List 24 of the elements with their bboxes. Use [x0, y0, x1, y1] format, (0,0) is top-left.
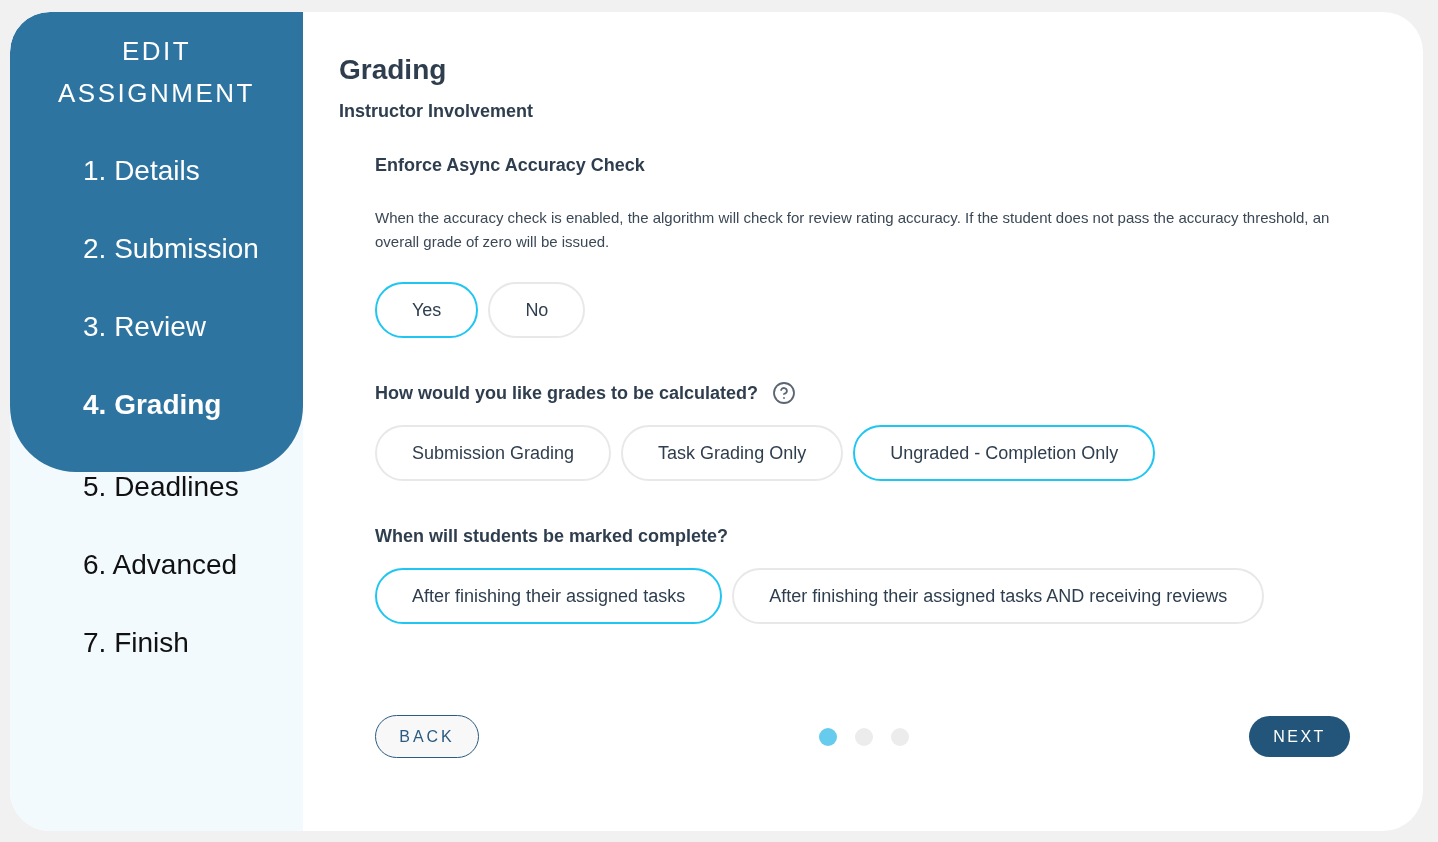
- option-button[interactable]: No: [488, 282, 586, 338]
- section-title: Instructor Involvement: [339, 100, 534, 123]
- question-description: When the accuracy check is enabled, the algorithm will check for review rating accuracy. If the student does not pass the accuracy threshold, an overall grade of zero will be issued.: [375, 208, 1331, 252]
- question-label: Enforce Async Accuracy Check: [375, 154, 645, 177]
- step-item[interactable]: 1. Details: [83, 156, 200, 186]
- question-label: How would you like grades to be calculated?: [375, 382, 759, 405]
- back-button[interactable]: BACK: [375, 715, 479, 758]
- option-button[interactable]: Yes: [375, 282, 479, 338]
- page-title: Grading: [339, 53, 447, 87]
- help-icon[interactable]: [772, 381, 797, 405]
- option-button[interactable]: After finishing their assigned tasks: [375, 568, 723, 624]
- step-item[interactable]: 5. Deadlines: [83, 472, 239, 502]
- next-button[interactable]: NEXT: [1249, 716, 1350, 757]
- step-item[interactable]: 4. Grading: [83, 390, 222, 420]
- step-item[interactable]: 3. Review: [83, 312, 206, 342]
- option-button[interactable]: After finishing their assigned tasks AND receiving reviews: [732, 568, 1265, 624]
- step-item[interactable]: 2. Submission: [83, 234, 259, 264]
- option-button[interactable]: Task Grading Only: [621, 425, 844, 481]
- step-item[interactable]: 7. Finish: [83, 628, 189, 658]
- sidebar-title: EDIT ASSIGNMENT: [57, 35, 256, 110]
- option-button[interactable]: Ungraded - Completion Only: [853, 425, 1156, 481]
- step-item[interactable]: 6. Advanced: [83, 550, 238, 580]
- question-label: When will students be marked complete?: [375, 525, 729, 548]
- option-button[interactable]: Submission Grading: [375, 425, 612, 481]
